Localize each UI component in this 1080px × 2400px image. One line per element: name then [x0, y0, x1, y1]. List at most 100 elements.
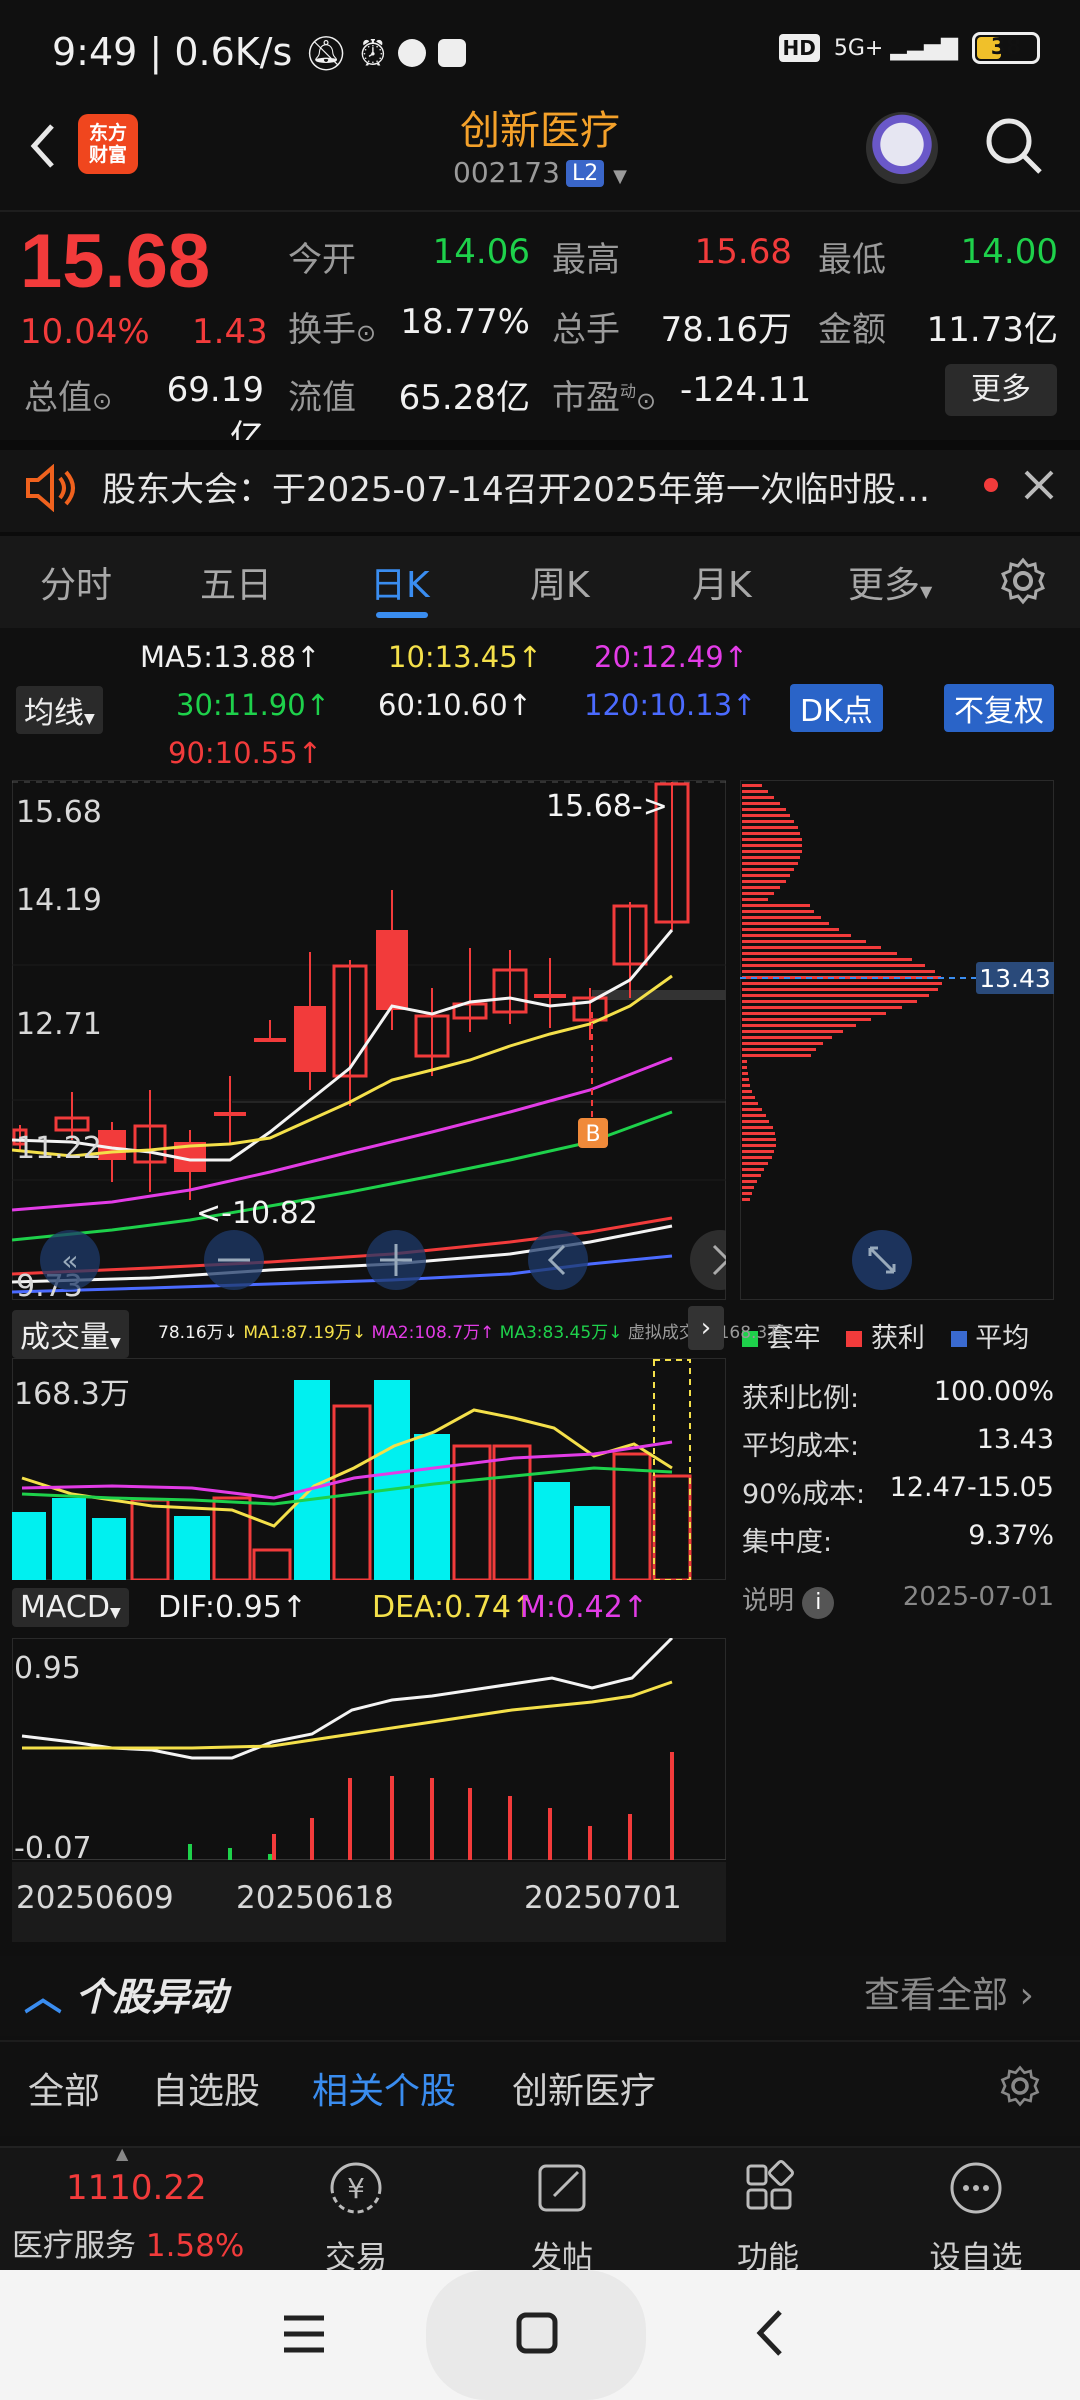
amount-value: 11.73亿: [926, 310, 1058, 350]
chip-note[interactable]: 说明 i: [742, 1580, 835, 1619]
movers-title[interactable]: ︿ 个股异动: [24, 1966, 227, 2021]
chip-bar: [742, 1198, 750, 1201]
tab-weekly-k[interactable]: 周K: [530, 556, 590, 608]
post-icon[interactable]: [502, 2156, 622, 2220]
macd-y-bottom: -0.07: [14, 1831, 92, 1860]
y-label: 15.68: [16, 795, 102, 830]
chip-bar: [742, 1192, 752, 1195]
chip-bar: [742, 1120, 769, 1123]
stat-value: 12.47-15.05: [889, 1472, 1054, 1503]
chip-bar: [742, 1150, 774, 1153]
high-label: 最高: [552, 240, 620, 280]
kline-chart[interactable]: B 15.68 14.19 12.71 11.22 9.73 15.68-> <…: [12, 780, 726, 1300]
high-value: 15.68: [694, 232, 792, 272]
volume-indicator-selector[interactable]: 成交量▼: [12, 1310, 129, 1358]
volume-y-top: 168.3万: [14, 1377, 130, 1412]
dk-point-button[interactable]: DK点: [790, 684, 883, 732]
tab-monthly-k[interactable]: 月K: [692, 556, 752, 608]
chip-bar: [742, 784, 762, 787]
chip-bar: [742, 1060, 747, 1063]
stat-label: 获利比例:: [742, 1383, 860, 1414]
chip-bar: [742, 820, 794, 823]
chip-bar: [742, 1174, 761, 1177]
chip-bar: [742, 1186, 754, 1189]
macd-selector[interactable]: MACD▼: [12, 1588, 129, 1627]
info-icon: ⊙: [356, 319, 377, 347]
chip-bar: [742, 1066, 747, 1069]
tab-more[interactable]: 更多▼: [848, 556, 932, 608]
ma20-label: 20:12.49↑: [594, 640, 748, 674]
chip-bar: [742, 796, 774, 799]
chip-date: 2025-07-01: [902, 1582, 1054, 1612]
scroll-left-icon[interactable]: [528, 1230, 588, 1290]
scroll-right-icon[interactable]: [690, 1230, 726, 1290]
subtab-stock[interactable]: 创新医疗: [512, 2062, 656, 2114]
date-label: 20250609: [16, 1880, 174, 1916]
sector-index-value[interactable]: 1110.22: [66, 2168, 207, 2208]
chip-bar: [742, 1096, 755, 1099]
volume-chart[interactable]: 168.3万: [12, 1358, 726, 1580]
chip-bar: [742, 910, 814, 913]
subtab-watchlist[interactable]: 自选股: [152, 2062, 260, 2114]
speaker-icon: [26, 464, 75, 512]
tab-5day[interactable]: 五日: [200, 556, 272, 608]
robot-assistant-icon[interactable]: [866, 112, 938, 184]
level2-badge: L2: [565, 160, 605, 187]
search-icon[interactable]: [982, 114, 1046, 178]
high-annotation: 15.68->: [546, 789, 668, 824]
stat-label: 90%成本:: [742, 1479, 866, 1510]
view-all-link[interactable]: 查看全部 ›: [864, 1966, 1034, 2018]
chip-bar: [742, 826, 798, 829]
chip-bar: [742, 1018, 871, 1021]
chip-bar: [742, 1108, 762, 1111]
chip-bar: [742, 814, 790, 817]
signal-icon: 5G+ ▂▃▅▇: [833, 35, 958, 61]
chip-distribution[interactable]: 13.43: [740, 780, 1054, 1300]
no-adjust-button[interactable]: 不复权: [944, 684, 1054, 732]
chevron-right-icon: ›: [1019, 1975, 1034, 2016]
more-dots-icon[interactable]: [916, 2156, 1036, 2220]
trade-icon[interactable]: ¥: [296, 2156, 416, 2220]
stat-value: 9.37%: [968, 1520, 1054, 1551]
macd-dea-line: [22, 1680, 673, 1750]
chip-bar: [742, 958, 912, 961]
ma120-label: 120:10.13↑: [584, 688, 757, 722]
app-notify-icon: [398, 39, 427, 67]
back-nav-icon[interactable]: [752, 2308, 788, 2358]
ma10-label: 10:13.45↑: [388, 640, 542, 674]
y-label: 14.19: [16, 883, 102, 918]
chevron-down-icon: ▼: [109, 1605, 121, 1621]
stat-label: 集中度:: [742, 1527, 833, 1558]
home-icon[interactable]: [514, 2310, 560, 2356]
chevron-down-icon: ▼: [84, 711, 95, 727]
chip-bar: [742, 922, 829, 925]
expand-right-icon[interactable]: ›: [688, 1306, 724, 1350]
sector-index[interactable]: 医疗服务 1.58%: [12, 2220, 244, 2265]
chip-bar: [742, 790, 768, 793]
subtab-related[interactable]: 相关个股: [312, 2062, 456, 2114]
chip-bar: [742, 1006, 902, 1009]
chip-bar: [742, 904, 810, 907]
tab-daily-k[interactable]: 日K: [370, 556, 430, 608]
macd-dif-line: [21, 1638, 674, 1760]
apps-icon[interactable]: [708, 2156, 828, 2220]
chevron-down-icon: ▼: [920, 582, 933, 601]
announcement-text[interactable]: 股东大会：于2025-07-14召开2025年第一次临时股…: [102, 462, 952, 511]
chip-bar: [742, 988, 938, 991]
more-button[interactable]: 更多: [945, 364, 1057, 416]
status-time-speed: 9:49 | 0.6K/s 🔕︎ ⏰︎: [52, 30, 467, 74]
ma-selector[interactable]: 均线▼: [16, 686, 103, 734]
close-icon[interactable]: [1022, 468, 1056, 502]
menu-icon[interactable]: [280, 2312, 328, 2356]
macd-chart[interactable]: 0.95 -0.07: [12, 1638, 726, 1860]
subtab-all[interactable]: 全部: [28, 2062, 100, 2114]
chip-bar: [742, 850, 802, 853]
chip-bar: [742, 952, 897, 955]
ma5-label: MA5:13.88↑: [140, 640, 321, 674]
caret-up-icon: ▲: [116, 2144, 129, 2163]
chip-bar: [742, 964, 925, 967]
gear-icon[interactable]: [998, 2064, 1042, 2108]
legend-swatch-profit: [846, 1331, 863, 1347]
gear-icon[interactable]: [998, 556, 1048, 606]
tab-intraday[interactable]: 分时: [40, 556, 112, 608]
